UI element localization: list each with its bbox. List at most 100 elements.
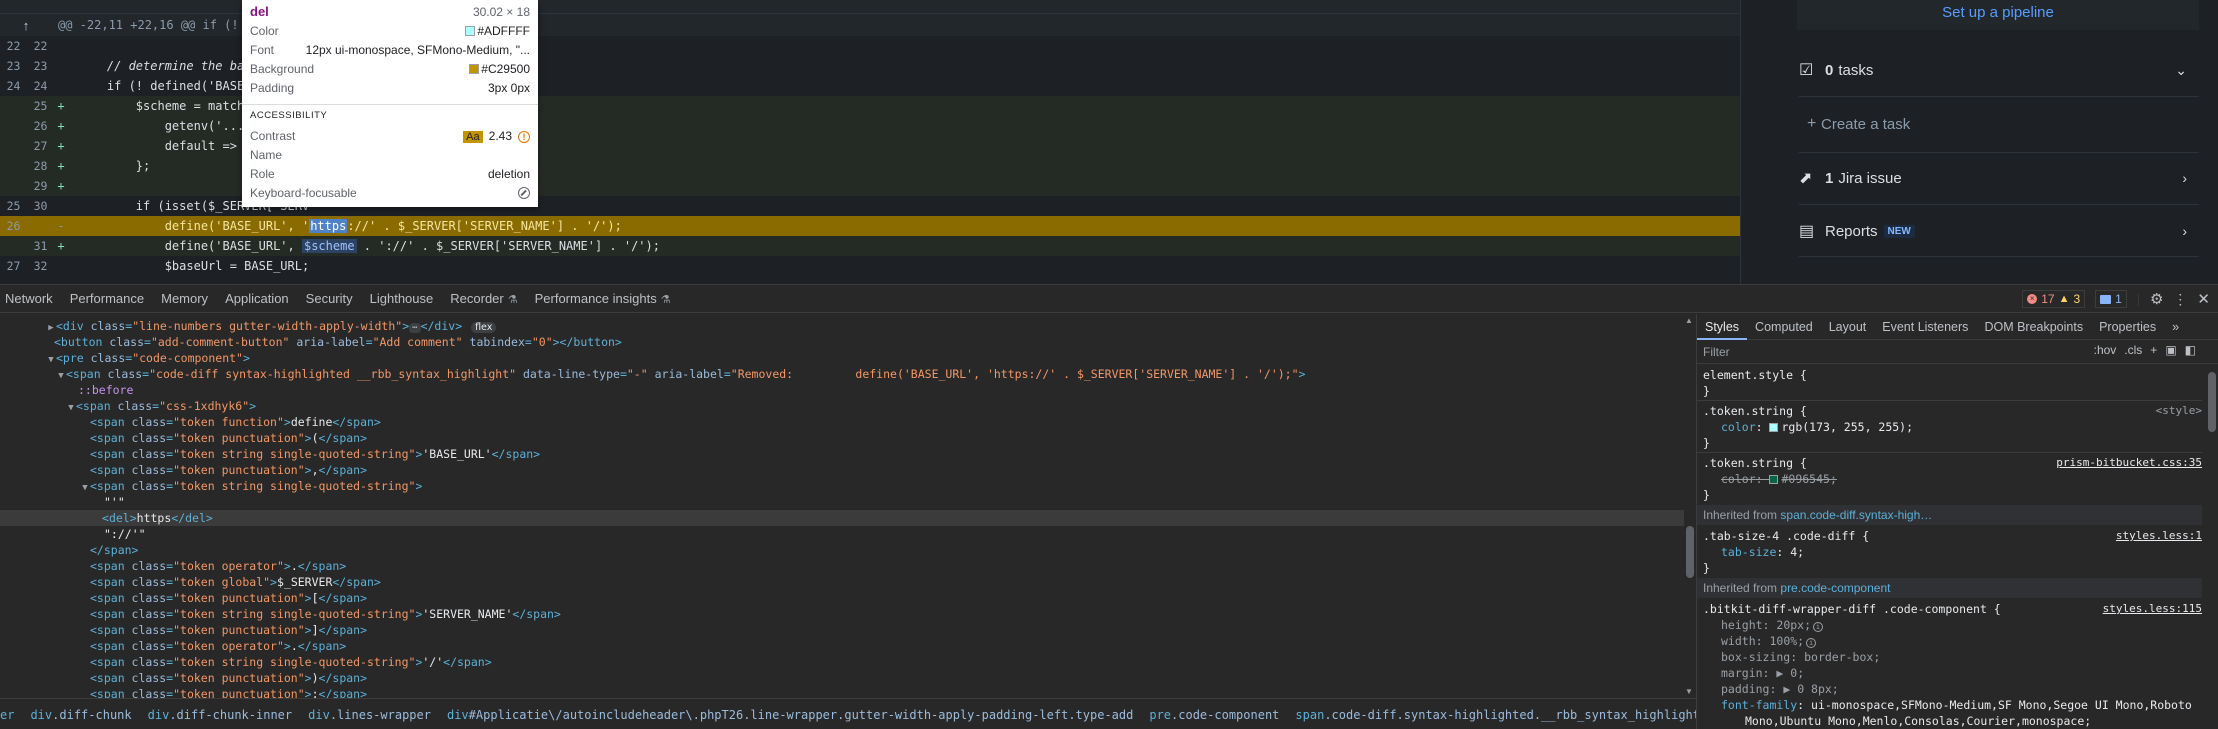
- expand-shorthand-icon[interactable]: ▶: [1783, 682, 1790, 696]
- tab-styles[interactable]: Styles: [1697, 314, 1748, 340]
- tab-layout[interactable]: Layout: [1821, 314, 1875, 340]
- dom-node[interactable]: ▼ <pre class="code-component">: [0, 350, 1684, 366]
- dom-text-node[interactable]: "'": [0, 494, 1684, 510]
- dom-node[interactable]: ▶ <div class="line-numbers gutter-width-a…: [0, 318, 1684, 334]
- messages-counter[interactable]: 1: [2095, 290, 2127, 308]
- style-rule[interactable]: .tab-size-4 .code-diff {styles.less:1: [1697, 528, 2202, 544]
- tab-dom-breakpoints[interactable]: DOM Breakpoints: [1976, 314, 2091, 340]
- color-swatch[interactable]: [1769, 423, 1779, 432]
- class-toggle[interactable]: .cls: [2124, 343, 2142, 357]
- setup-pipeline-link[interactable]: Set up a pipeline: [1797, 4, 2199, 21]
- style-declaration[interactable]: color: rgb(173, 255, 255);: [1697, 419, 2202, 435]
- breadcrumb-item[interactable]: div.diff-chunk-inner: [140, 708, 301, 722]
- dom-text-node[interactable]: "://'": [0, 526, 1684, 542]
- style-declaration-inactive[interactable]: margin: ▶ 0;: [1697, 665, 2202, 681]
- more-tabs-icon[interactable]: »: [2164, 314, 2187, 340]
- scroll-up-icon[interactable]: ▲: [1685, 316, 1693, 325]
- jira-issue-section[interactable]: ⬈ 1 Jira issue ›: [1799, 158, 2199, 198]
- breadcrumb-item[interactable]: div.diff-chunk: [22, 708, 139, 722]
- tab-performance[interactable]: Performance: [65, 285, 156, 313]
- dom-node[interactable]: <span class="token string single-quoted-…: [0, 654, 1684, 670]
- tab-lighthouse[interactable]: Lighthouse: [365, 285, 446, 313]
- dom-node[interactable]: <span class="token punctuation">)</span>: [0, 670, 1684, 686]
- expand-up-icon[interactable]: ↑: [0, 18, 52, 33]
- tasks-section[interactable]: ☑ 0 tasks ⌄: [1799, 50, 2199, 90]
- rule-source-link[interactable]: prism-bitbucket.css:35: [2056, 455, 2202, 471]
- flex-badge[interactable]: flex: [471, 322, 497, 333]
- tab-computed[interactable]: Computed: [1747, 314, 1821, 340]
- tab-performance-insights[interactable]: Performance insights ⚗: [530, 285, 683, 313]
- style-declaration[interactable]: font-family: ui-monospace,SFMono-Medium,…: [1697, 697, 2202, 713]
- dom-node[interactable]: <span class="token punctuation">[</span>: [0, 590, 1684, 606]
- styles-scrollbar[interactable]: [2206, 364, 2218, 729]
- rule-source-link[interactable]: styles.less:115: [2103, 601, 2202, 617]
- chevron-right-icon[interactable]: ›: [2182, 223, 2187, 239]
- style-rule-element[interactable]: element.style {: [1697, 367, 2202, 383]
- style-declaration-inactive[interactable]: box-sizing: border-box;: [1697, 649, 2202, 665]
- dom-node[interactable]: ▼ <span class="code-diff syntax-highlight…: [0, 366, 1684, 382]
- dom-node[interactable]: <span class="token operator">.</span>: [0, 558, 1684, 574]
- close-icon[interactable]: ✕: [2197, 290, 2210, 308]
- color-swatch[interactable]: [1769, 475, 1779, 484]
- scrollbar-thumb[interactable]: [1686, 526, 1694, 578]
- dom-node[interactable]: <span class="token string single-quoted-…: [0, 606, 1684, 622]
- breadcrumb-item[interactable]: er: [0, 708, 22, 722]
- breadcrumb-item[interactable]: div.lines-wrapper: [300, 708, 439, 722]
- dom-node[interactable]: <span class="token punctuation">;</span>: [0, 686, 1684, 698]
- dom-node[interactable]: <button class="add-comment-button" aria-…: [0, 334, 1684, 350]
- dom-pseudo-node[interactable]: ::before: [0, 382, 1684, 398]
- dom-node-close[interactable]: </span>: [0, 542, 1684, 558]
- attr-value: "token string single-quoted-string": [173, 447, 416, 461]
- rule-source-link[interactable]: styles.less:1: [2116, 528, 2202, 544]
- dom-node[interactable]: <span class="token function">define</spa…: [0, 414, 1684, 430]
- scroll-down-icon[interactable]: ▼: [1685, 687, 1693, 696]
- tab-recorder[interactable]: Recorder ⚗: [445, 285, 529, 313]
- create-task-button[interactable]: + Create a task: [1799, 104, 2199, 144]
- chevron-right-icon[interactable]: ›: [2182, 170, 2187, 186]
- issues-counter[interactable]: × 17 ▲ 3: [2022, 290, 2086, 308]
- tab-memory[interactable]: Memory: [156, 285, 220, 313]
- scrollbar-thumb[interactable]: [2208, 372, 2216, 432]
- dom-node[interactable]: <span class="token string single-quoted-…: [0, 446, 1684, 462]
- style-rule[interactable]: .bitkit-diff-wrapper-diff .code-componen…: [1697, 601, 2202, 617]
- breadcrumb-item[interactable]: div#Applicatie\/autoincludeheader\.phpT2…: [439, 708, 1141, 722]
- dom-node-selected[interactable]: <del>https</del>: [0, 510, 1684, 526]
- tab-properties[interactable]: Properties: [2091, 314, 2164, 340]
- style-rule[interactable]: .token.string {<style>: [1697, 403, 2202, 419]
- styles-filter-input[interactable]: [1703, 343, 2003, 361]
- inherited-selector-link[interactable]: span.code-diff.syntax-high…: [1780, 508, 1932, 522]
- elements-scrollbar[interactable]: ▲ ▼: [1684, 314, 1696, 698]
- style-declaration[interactable]: tab-size: 4;: [1697, 544, 2202, 560]
- dom-node[interactable]: ▼ <span class="css-1xdhyk6">: [0, 398, 1684, 414]
- new-rule-button[interactable]: +: [2150, 343, 2157, 357]
- info-icon[interactable]: i: [1813, 622, 1824, 632]
- style-declaration-inactive[interactable]: height: 20px; i: [1697, 617, 2202, 633]
- style-rule[interactable]: .token.string {prism-bitbucket.css:35: [1697, 455, 2202, 471]
- hover-state-toggle[interactable]: :hov: [2094, 343, 2117, 357]
- dom-node[interactable]: <span class="token punctuation">]</span>: [0, 622, 1684, 638]
- style-declaration-inactive[interactable]: width: 100%; i: [1697, 633, 2202, 649]
- style-declaration-inactive[interactable]: padding: ▶ 0 8px;: [1697, 681, 2202, 697]
- tab-network[interactable]: Network: [0, 285, 65, 313]
- computed-styles-icon[interactable]: ▣: [2165, 343, 2176, 357]
- tab-security[interactable]: Security: [301, 285, 365, 313]
- expand-shorthand-icon[interactable]: ▶: [1776, 666, 1783, 680]
- dom-node[interactable]: ▼ <span class="token string single-quoted…: [0, 478, 1684, 494]
- sidebar-toggle-icon[interactable]: ◧: [2185, 343, 2196, 357]
- breadcrumb-item[interactable]: pre.code-component: [1141, 708, 1287, 722]
- chevron-down-icon[interactable]: ⌄: [2175, 62, 2187, 79]
- tab-event-listeners[interactable]: Event Listeners: [1874, 314, 1976, 340]
- style-declaration-overridden[interactable]: color: #096545;: [1697, 471, 2202, 487]
- breadcrumb-item[interactable]: span.code-diff.syntax-highlighted.__rbb_…: [1287, 708, 1696, 722]
- dom-node[interactable]: <span class="token punctuation">(</span>: [0, 430, 1684, 446]
- reports-section[interactable]: ▤ Reports NEW ›: [1799, 211, 2199, 251]
- ellipsis-badge[interactable]: ⋯: [409, 323, 421, 333]
- dom-node[interactable]: <span class="token global">$_SERVER</spa…: [0, 574, 1684, 590]
- gear-icon[interactable]: ⚙: [2150, 290, 2163, 308]
- inherited-selector-link[interactable]: pre.code-component: [1780, 581, 1890, 595]
- info-icon[interactable]: i: [1806, 638, 1817, 648]
- tab-application[interactable]: Application: [220, 285, 301, 313]
- dom-node[interactable]: <span class="token punctuation">,</span>: [0, 462, 1684, 478]
- dom-node[interactable]: <span class="token operator">.</span>: [0, 638, 1684, 654]
- more-options-icon[interactable]: ⋮: [2173, 291, 2187, 308]
